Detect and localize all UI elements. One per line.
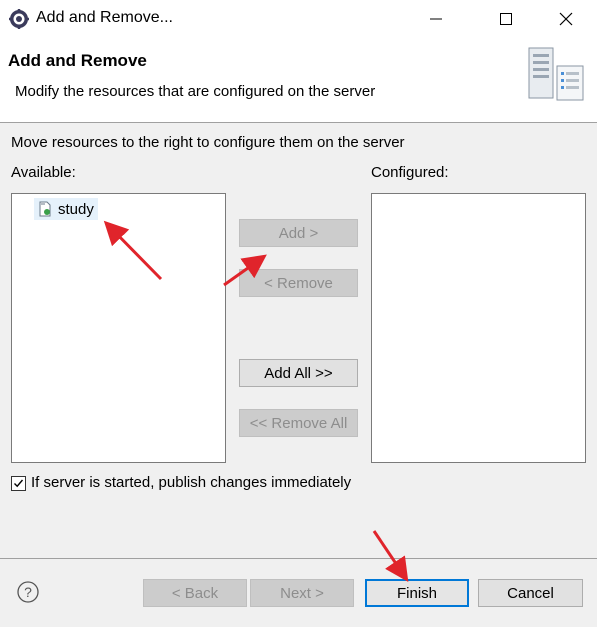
checkmark-icon (14, 479, 24, 488)
cancel-button[interactable]: Cancel (478, 579, 583, 607)
maximize-icon (500, 13, 512, 25)
page-description: Modify the resources that are configured… (15, 83, 376, 100)
publish-checkbox-label: If server is started, publish changes im… (31, 474, 352, 491)
add-all-button[interactable]: Add All >> (239, 359, 358, 387)
title-bar: Add and Remove... (0, 0, 597, 38)
minimize-button[interactable] (413, 0, 459, 38)
maximize-button[interactable] (483, 0, 529, 38)
window-title: Add and Remove... (36, 9, 173, 26)
separator (0, 558, 597, 559)
finish-button[interactable]: Finish (365, 579, 469, 607)
help-icon[interactable]: ? (17, 581, 39, 603)
server-icon (528, 47, 584, 101)
configured-list[interactable] (371, 193, 586, 463)
instructions-text: Move resources to the right to configure… (11, 134, 405, 151)
close-icon (559, 12, 573, 26)
wizard-header: Add and Remove Modify the resources that… (0, 38, 597, 123)
publish-checkbox[interactable] (11, 476, 26, 491)
close-button[interactable] (543, 0, 589, 38)
back-button[interactable]: < Back (143, 579, 247, 607)
available-list[interactable]: study (11, 193, 226, 463)
next-button[interactable]: Next > (250, 579, 354, 607)
configured-label: Configured: (371, 164, 449, 181)
page-title: Add and Remove (8, 51, 147, 70)
eclipse-gear-icon (9, 9, 29, 29)
project-icon (39, 201, 51, 217)
svg-text:?: ? (24, 584, 32, 600)
annotation-arrow-finish (372, 530, 409, 582)
remove-all-button[interactable]: << Remove All (239, 409, 358, 437)
add-button[interactable]: Add > (239, 219, 358, 247)
remove-button[interactable]: < Remove (239, 269, 358, 297)
minimize-icon (430, 18, 442, 20)
list-item-label: study (58, 200, 94, 218)
available-label: Available: (11, 164, 76, 181)
list-item-study[interactable]: study (34, 198, 98, 220)
